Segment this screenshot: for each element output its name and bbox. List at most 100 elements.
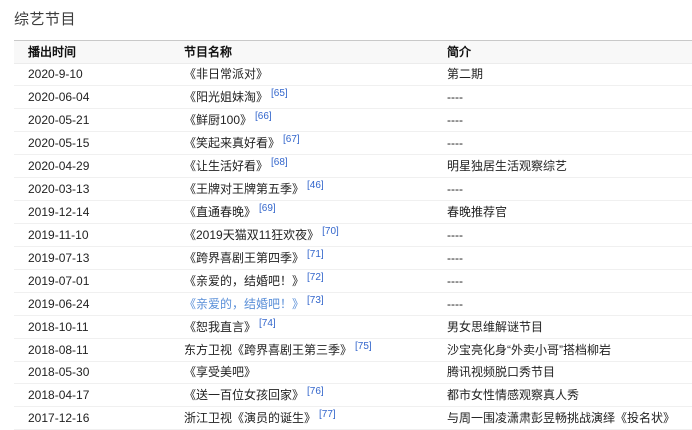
cell-air-date: 2017-12-16 [14,407,170,430]
table-body: 2020-9-10《非日常派对》第二期2020-06-04《阳光姐妹淘》[65]… [14,64,692,430]
table-header: 播出时间 节目名称 简介 [14,41,692,64]
program-title: 《王牌对王牌第五季》 [184,182,304,196]
reference-link[interactable]: [75] [355,341,372,352]
program-title: 《笑起来真好看》 [184,136,280,150]
table-header-row: 播出时间 节目名称 简介 [14,41,692,64]
cell-program-name: 《直通春晚》[69] [170,201,433,224]
table-row: 2018-08-11东方卫视《跨界喜剧王第三季》[75]沙宝亮化身“外卖小哥”搭… [14,339,692,362]
cell-air-date: 2018-05-30 [14,362,170,384]
cell-program-name: 《亲爱的，结婚吧！》[72] [170,270,433,293]
table-row: 2019-07-13《跨界喜剧王第四季》[71]---- [14,247,692,270]
cell-air-date: 2020-04-29 [14,155,170,178]
cell-description: ---- [433,178,692,201]
cell-description: ---- [433,224,692,247]
cell-air-date: 2018-10-11 [14,316,170,339]
reference-link[interactable]: [70] [322,226,339,237]
reference-link[interactable]: [46] [307,180,324,191]
cell-program-name: 《跨界喜剧王第四季》[71] [170,247,433,270]
table-row: 2017-12-16浙江卫视《演员的诞生》[77]与周一围凌潇肃彭昱畅挑战演绎《… [14,407,692,430]
cell-description: ---- [433,109,692,132]
program-title: 《阳光姐妹淘》 [184,90,268,104]
table-row: 2020-05-21《鲜厨100》[66]---- [14,109,692,132]
cell-program-name: 《笑起来真好看》[67] [170,132,433,155]
cell-air-date: 2018-08-11 [14,339,170,362]
cell-air-date: 2020-06-04 [14,86,170,109]
cell-description: 腾讯视频脱口秀节目 [433,362,692,384]
cell-description: 男女思维解谜节目 [433,316,692,339]
program-title: 《恕我直言》 [184,320,256,334]
reference-link[interactable]: [66] [255,111,272,122]
cell-program-name: 《送一百位女孩回家》[76] [170,384,433,407]
cell-program-name: 《亲爱的，结婚吧！》[73] [170,293,433,316]
reference-link[interactable]: [67] [283,134,300,145]
cell-description: 与周一围凌潇肃彭昱畅挑战演绎《投名状》 [433,407,692,430]
reference-link[interactable]: [77] [319,409,336,420]
table-row: 2018-10-11《恕我直言》[74]男女思维解谜节目 [14,316,692,339]
program-title: 《非日常派对》 [184,67,268,81]
reference-link[interactable]: [76] [307,386,324,397]
cell-air-date: 2019-06-24 [14,293,170,316]
reference-link[interactable]: [65] [271,88,288,99]
table-row: 2019-11-10《2019天猫双11狂欢夜》[70]---- [14,224,692,247]
cell-program-name: 《非日常派对》 [170,64,433,86]
program-title: 《送一百位女孩回家》 [184,388,304,402]
cell-description: 沙宝亮化身“外卖小哥”搭档柳岩 [433,339,692,362]
reference-link[interactable]: [73] [307,295,324,306]
table-row: 2020-06-04《阳光姐妹淘》[65]---- [14,86,692,109]
table-row: 2020-03-13《王牌对王牌第五季》[46]---- [14,178,692,201]
cell-description: ---- [433,293,692,316]
cell-description: 第二期 [433,64,692,86]
reference-link[interactable]: [74] [259,318,276,329]
cell-air-date: 2020-03-13 [14,178,170,201]
cell-program-name: 东方卫视《跨界喜剧王第三季》[75] [170,339,433,362]
program-title-link[interactable]: 《亲爱的，结婚吧！》 [184,297,304,311]
table-row: 2020-05-15《笑起来真好看》[67]---- [14,132,692,155]
program-title: 《让生活好看》 [184,159,268,173]
cell-program-name: 《阳光姐妹淘》[65] [170,86,433,109]
table-row: 2020-04-29《让生活好看》[68]明星独居生活观察综艺 [14,155,692,178]
cell-program-name: 《2019天猫双11狂欢夜》[70] [170,224,433,247]
program-title: 《2019天猫双11狂欢夜》 [184,228,319,242]
cell-air-date: 2019-07-01 [14,270,170,293]
content-area: 综艺节目 播出时间 节目名称 简介 2020-9-10《非日常派对》第二期202… [0,0,692,430]
reference-link[interactable]: [72] [307,272,324,283]
cell-air-date: 2018-04-17 [14,384,170,407]
column-header-air-date: 播出时间 [14,41,170,64]
cell-program-name: 《王牌对王牌第五季》[46] [170,178,433,201]
cell-program-name: 《鲜厨100》[66] [170,109,433,132]
table-row: 2018-05-30 《享受美吧》 腾讯视频脱口秀节目 [14,362,692,384]
cell-description: 都市女性情感观察真人秀 [433,384,692,407]
program-title: 《享受美吧》 [184,365,256,379]
program-title: 《跨界喜剧王第四季》 [184,251,304,265]
cell-description: 春晚推荐官 [433,201,692,224]
cell-air-date: 2020-05-15 [14,132,170,155]
program-title: 《鲜厨100》 [184,113,252,127]
section-title: 综艺节目 [14,8,692,29]
cell-air-date: 2019-12-14 [14,201,170,224]
cell-program-name: 《让生活好看》[68] [170,155,433,178]
table-row: 2019-12-14《直通春晚》[69]春晚推荐官 [14,201,692,224]
cell-air-date: 2019-07-13 [14,247,170,270]
cell-description: ---- [433,132,692,155]
variety-shows-table: 播出时间 节目名称 简介 2020-9-10《非日常派对》第二期2020-06-… [14,40,692,430]
cell-description: ---- [433,247,692,270]
table-row: 2019-07-01《亲爱的，结婚吧！》[72]---- [14,270,692,293]
reference-link[interactable]: [68] [271,157,288,168]
cell-description: ---- [433,270,692,293]
program-title: 《亲爱的，结婚吧！》 [184,274,304,288]
cell-description: ---- [433,86,692,109]
cell-program-name: 《恕我直言》[74] [170,316,433,339]
cell-air-date: 2019-11-10 [14,224,170,247]
table-row: 2020-9-10《非日常派对》第二期 [14,64,692,86]
column-header-program-name: 节目名称 [170,41,433,64]
program-title: 《直通春晚》 [184,205,256,219]
cell-description: 明星独居生活观察综艺 [433,155,692,178]
cell-program-name: 《享受美吧》 [170,362,433,384]
cell-air-date: 2020-05-21 [14,109,170,132]
reference-link[interactable]: [69] [259,203,276,214]
cell-program-name: 浙江卫视《演员的诞生》[77] [170,407,433,430]
table-row: 2019-06-24《亲爱的，结婚吧！》[73]---- [14,293,692,316]
reference-link[interactable]: [71] [307,249,324,260]
table-row: 2018-04-17《送一百位女孩回家》[76]都市女性情感观察真人秀 [14,384,692,407]
program-title: 浙江卫视《演员的诞生》 [184,411,316,425]
